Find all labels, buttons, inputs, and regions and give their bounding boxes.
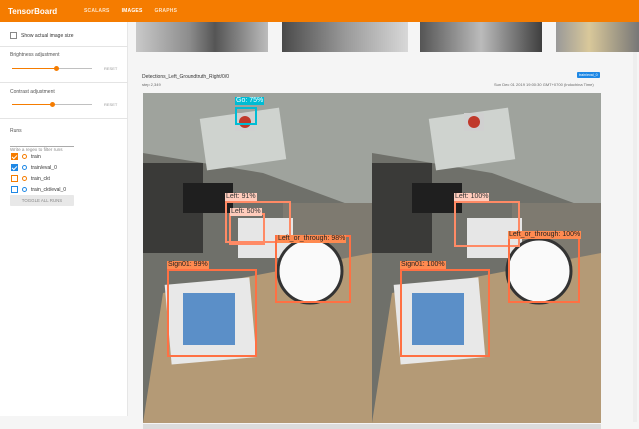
card-title: Detections_Left_Groundtruth_Right/0/0 [142, 74, 229, 80]
card-timestamp: Sun Dec 01 2019 19:00:30 GMT+0700 (Indoc… [494, 82, 594, 87]
tab-scalars[interactable]: SCALARS [84, 8, 110, 14]
contrast-label: Contrast adjustment [10, 89, 55, 95]
run-row-train-ckt[interactable]: train_ckt [11, 175, 50, 182]
detection-label: Sign01: 99% [167, 261, 209, 269]
contrast-reset-button[interactable]: RESET [104, 102, 117, 107]
run-row-train-ckt-eval[interactable]: train_ckt/eval_0 [11, 186, 66, 193]
sidebar-divider [0, 46, 128, 47]
runs-filter-placeholder: Write a regex to filter runs [10, 147, 63, 152]
toggle-all-runs-label: TOGGLE ALL RUNS [21, 198, 63, 203]
vertical-scrollbar[interactable] [633, 52, 637, 422]
app-brand: TensorBoard [8, 6, 58, 16]
run-row-train[interactable]: train [11, 153, 41, 160]
sidebar-divider [0, 118, 128, 119]
tab-images[interactable]: IMAGES [122, 8, 143, 14]
detection-label: Left: 50% [230, 208, 262, 216]
thumbnail-image[interactable] [556, 22, 639, 52]
detection-label: Left_or_through: 100% [508, 231, 582, 239]
brightness-slider-fill [12, 68, 56, 69]
show-actual-size-checkbox[interactable] [10, 32, 17, 39]
brightness-slider-thumb[interactable] [54, 66, 59, 71]
detection-box [275, 235, 351, 303]
thumbnail-image[interactable] [282, 22, 408, 52]
tab-graphs[interactable]: GRAPHS [155, 8, 178, 14]
main-content: Detections_Left_Groundtruth_Right/0/0 st… [128, 22, 639, 429]
show-actual-size-toggle[interactable]: Show actual image size [10, 32, 74, 39]
run-color-dot [22, 187, 27, 192]
detection-label: Left_or_through: 98% [277, 235, 347, 243]
run-checkbox[interactable] [11, 186, 18, 193]
run-checkbox[interactable] [11, 153, 18, 160]
contrast-slider-fill [12, 104, 52, 105]
sidebar: Show actual image size Brightness adjust… [0, 22, 128, 416]
card-step: step 2,349 [142, 82, 161, 87]
run-row-train-eval[interactable]: train/eval_0 [11, 164, 57, 171]
detection-label: Go: 75% [235, 97, 265, 105]
brightness-label: Brightness adjustment [10, 52, 60, 58]
run-color-dot [22, 165, 27, 170]
run-label: train [31, 153, 41, 160]
contrast-slider-thumb[interactable] [50, 102, 55, 107]
thumbnail-image[interactable] [420, 22, 542, 52]
detection-box [508, 235, 580, 303]
detection-box [400, 269, 490, 357]
detection-box [235, 107, 257, 125]
run-checkbox[interactable] [11, 164, 18, 171]
groundtruth-image-right[interactable]: Left: 100% Left_or_through: 100% Sign01:… [372, 93, 601, 423]
show-actual-size-label: Show actual image size [21, 32, 74, 39]
detections-image-left[interactable]: Go: 75% Left: 91% Left: 50% Left_or_thro… [143, 93, 372, 423]
detection-box [229, 213, 265, 245]
run-label: train_ckt/eval_0 [31, 186, 67, 193]
toggle-all-runs-button[interactable]: TOGGLE ALL RUNS [10, 195, 74, 206]
horizontal-scrollbar[interactable] [143, 424, 601, 429]
detection-label: Sign01: 100% [400, 261, 446, 269]
detection-label: Left: 100% [454, 193, 490, 201]
thumbnail-image[interactable] [136, 22, 268, 52]
detection-label: Left: 91% [225, 193, 257, 201]
run-label: train/eval_0 [31, 164, 57, 171]
run-label: train_ckt [31, 175, 50, 182]
run-badge: train/eval_0 [577, 72, 600, 78]
runs-heading: Runs [10, 128, 22, 134]
run-checkbox[interactable] [11, 175, 18, 182]
detection-box [167, 269, 257, 357]
brightness-reset-button[interactable]: RESET [104, 66, 117, 71]
top-app-bar: TensorBoard SCALARS IMAGES GRAPHS [0, 0, 639, 22]
run-color-dot [22, 154, 27, 159]
sidebar-divider [0, 82, 128, 83]
runs-filter-input[interactable]: Write a regex to filter runs [10, 138, 74, 152]
run-color-dot [22, 176, 27, 181]
